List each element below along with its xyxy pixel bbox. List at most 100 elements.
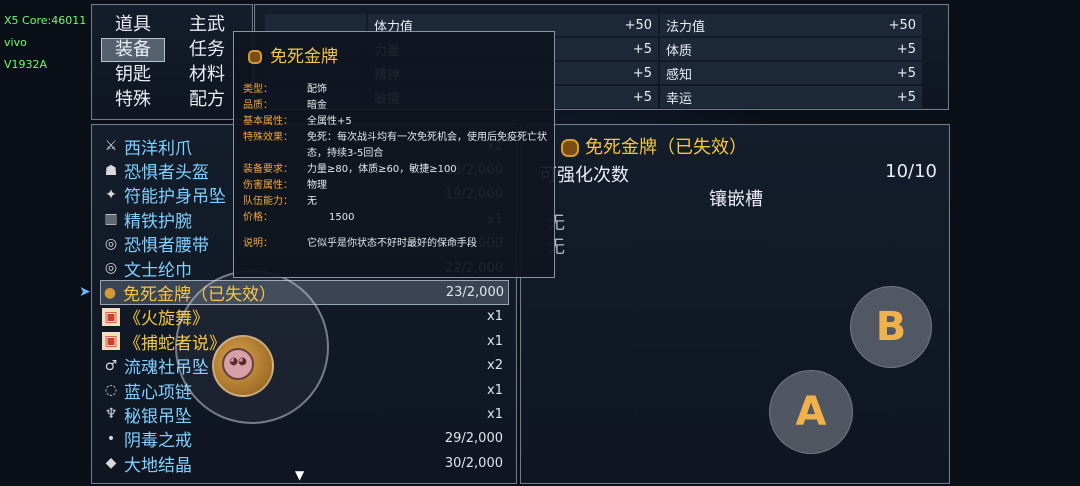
- a-button[interactable]: A: [769, 370, 853, 454]
- item-name: 恐惧者头盔: [124, 163, 209, 184]
- stat-value: +5: [632, 65, 652, 81]
- stat-value: +5: [632, 41, 652, 57]
- tooltip-value: 全属性+5: [307, 116, 352, 127]
- item-count: 23/2,000: [445, 285, 504, 301]
- overlay-line: vivo: [4, 36, 27, 49]
- category-tab[interactable]: 材料: [175, 63, 239, 87]
- tooltip-key: 品质：: [243, 100, 273, 111]
- tooltip-value: 物理: [307, 180, 327, 191]
- belt-icon: ◎: [104, 235, 118, 252]
- device-overlay: X5 Core:46011 vivo V1932A: [4, 10, 86, 76]
- item-name: 大地结晶: [124, 455, 192, 476]
- tooltip-key: 价格：: [243, 212, 273, 223]
- tooltip-row: 基本属性： 全属性+5: [243, 114, 548, 130]
- tooltip-row: 品质： 暗金: [243, 98, 548, 114]
- tooltip-key: 特殊效果：: [243, 132, 293, 143]
- item-name: 符能护身吊坠: [124, 187, 226, 208]
- turban-icon: ◎: [104, 260, 118, 277]
- pendant-icon: ♂: [104, 357, 118, 374]
- tooltip-row: 队伍能力： 无: [243, 194, 548, 210]
- tooltip-key: 伤害属性：: [243, 180, 293, 191]
- ring-icon: •: [106, 430, 116, 447]
- stat-value: +50: [624, 17, 652, 33]
- scroll-down-icon[interactable]: ▼: [295, 468, 304, 482]
- stat-cell-right: 幸运 +5: [660, 86, 922, 108]
- category-tab[interactable]: 特殊: [101, 88, 165, 112]
- tooltip-value: 免死：每次战斗均有一次免死机会，使用后免疫死亡状态，持续3-5回合: [307, 132, 547, 159]
- category-tab[interactable]: 配方: [175, 88, 239, 112]
- item-count: x1: [487, 309, 503, 325]
- tooltip-row: 类型： 配饰: [243, 82, 548, 98]
- item-name: 蓝心项链: [124, 382, 192, 403]
- tooltip-value: 无: [307, 196, 317, 207]
- gold-token-icon: ●: [103, 284, 117, 301]
- necklace-icon: ◌: [104, 382, 118, 399]
- gold-token-icon: [561, 139, 579, 157]
- item-tooltip: 免死金牌 类型： 配饰品质： 暗金基本属性： 全属性+5 特殊效果： 免死：每次战斗均有一…: [233, 31, 555, 278]
- crystal-icon: ◆: [105, 455, 117, 472]
- tooltip-key: 说明：: [243, 238, 273, 249]
- item-count: x1: [487, 406, 503, 422]
- category-panel: 道具 主武 装备 任务 钥匙 材料 特殊 配方: [91, 4, 253, 120]
- item-name: 文士纶巾: [124, 260, 192, 281]
- category-tab[interactable]: 钥匙: [101, 63, 165, 87]
- tooltip-value: 暗金: [307, 100, 327, 111]
- pendant-icon: ♆: [104, 406, 118, 423]
- overlay-line: X5 Core:46011: [4, 14, 87, 27]
- item-count: x1: [487, 333, 503, 349]
- category-tab[interactable]: 装备: [101, 38, 165, 62]
- tooltip-key: 队伍能力：: [243, 196, 293, 207]
- stat-value: +50: [888, 17, 916, 33]
- gold-token-icon: [248, 50, 262, 64]
- item-name: 秘银吊坠: [124, 407, 192, 427]
- tooltip-row: 伤害属性： 物理: [243, 178, 548, 194]
- stat-name: 幸运: [666, 91, 693, 107]
- stat-value: +5: [632, 89, 652, 105]
- stat-cell-right: 法力值 +50: [660, 14, 922, 36]
- tooltip-value: 配饰: [307, 84, 327, 95]
- tooltip-note: 说明： 它似乎是你状态不好时最好的保命手段: [243, 236, 548, 252]
- item-count: x2: [487, 358, 503, 374]
- tooltip-title: 免死金牌: [248, 42, 338, 67]
- item-name: 精铁护腕: [124, 211, 192, 232]
- category-tab[interactable]: 任务: [175, 38, 239, 62]
- tooltip-row: 特殊效果： 免死：每次战斗均有一次免死机会，使用后免疫死亡状态，持续3-5回合: [243, 130, 548, 162]
- item-name: 阴毒之戒: [124, 431, 192, 452]
- item-name: 恐惧者腰带: [124, 236, 209, 257]
- inventory-item[interactable]: • 阴毒之戒 29/2,000: [102, 427, 507, 452]
- stat-value: +5: [896, 41, 916, 57]
- tooltip-value: 1500: [329, 212, 355, 223]
- b-button[interactable]: B: [850, 286, 932, 368]
- stat-cell-right: 体质 +5: [660, 38, 922, 60]
- book-icon: ▣: [102, 332, 120, 351]
- tooltip-key: 装备要求：: [243, 164, 293, 175]
- tooltip-row: 装备要求： 力量≥80，体质≥60，敏捷≥100: [243, 162, 548, 178]
- stat-name: 感知: [666, 67, 693, 83]
- helmet-icon: ☗: [104, 162, 118, 179]
- detail-title-text: 免死金牌（已失效）: [585, 137, 747, 158]
- bracer-icon: ▥: [104, 211, 118, 228]
- stat-name: 法力值: [666, 19, 706, 35]
- amulet-icon: ✦: [105, 186, 117, 203]
- stat-name: 体质: [666, 43, 693, 59]
- inventory-item[interactable]: ◆ 大地结晶 30/2,000: [102, 451, 507, 476]
- category-tab[interactable]: 道具: [101, 13, 165, 37]
- tooltip-key: 基本属性：: [243, 116, 293, 127]
- stat-value: +5: [896, 65, 916, 81]
- overlay-line: V1932A: [4, 58, 48, 71]
- inventory-item[interactable]: ♆ 秘银吊坠 x1: [102, 402, 507, 427]
- item-name: 西洋利爪: [124, 138, 192, 159]
- tooltip-title-text: 免死金牌: [270, 47, 338, 67]
- tooltip-value: 它似乎是你状态不好时最好的保命手段: [307, 238, 477, 249]
- enhance-count-value: 10/10: [885, 161, 937, 182]
- stat-value: +5: [896, 89, 916, 105]
- tooltip-row: 价格： 1500: [243, 210, 548, 226]
- stat-cell-right: 感知 +5: [660, 62, 922, 84]
- item-count: 29/2,000: [444, 431, 503, 447]
- selection-cursor-icon: ➤: [79, 284, 91, 301]
- category-tab[interactable]: 主武: [175, 13, 239, 37]
- item-count: 30/2,000: [444, 455, 503, 471]
- book-icon: ▣: [102, 307, 120, 326]
- claw-icon: ⚔: [104, 138, 118, 155]
- tooltip-key: 类型：: [243, 84, 273, 95]
